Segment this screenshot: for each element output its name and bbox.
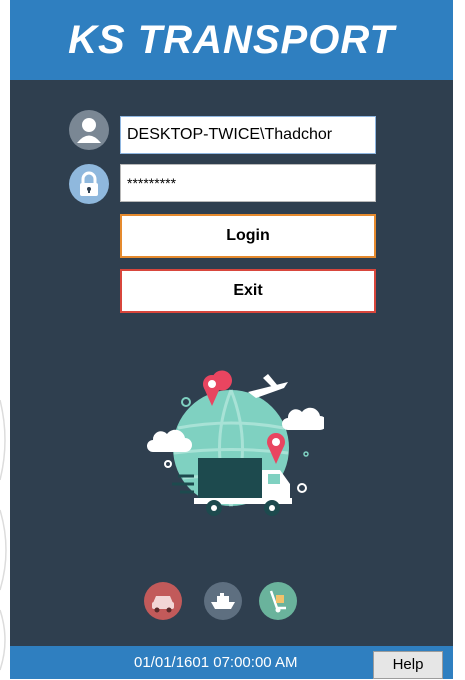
user-icon — [69, 110, 109, 150]
transport-illustration — [147, 370, 324, 516]
status-bar: 01/01/1601 07:00:00 AM Help — [10, 646, 453, 679]
password-field[interactable]: ********* — [120, 164, 376, 202]
car-icon[interactable] — [144, 582, 182, 620]
username-field[interactable]: DESKTOP-TWICE\Thadchor — [120, 116, 376, 154]
app-title: KS TRANSPORT — [68, 18, 395, 62]
cart-icon[interactable] — [259, 582, 297, 620]
title-header: KS TRANSPORT — [10, 0, 453, 80]
status-datetime: 01/01/1601 07:00:00 AM — [134, 654, 298, 671]
help-button[interactable]: Help — [373, 651, 443, 679]
ship-icon[interactable] — [204, 582, 242, 620]
login-window: KS TRANSPORT DESKTOP-TWICE\Thadchor ****… — [10, 0, 453, 679]
login-button[interactable]: Login — [120, 214, 376, 258]
lock-icon — [69, 164, 109, 204]
exit-button[interactable]: Exit — [120, 269, 376, 313]
